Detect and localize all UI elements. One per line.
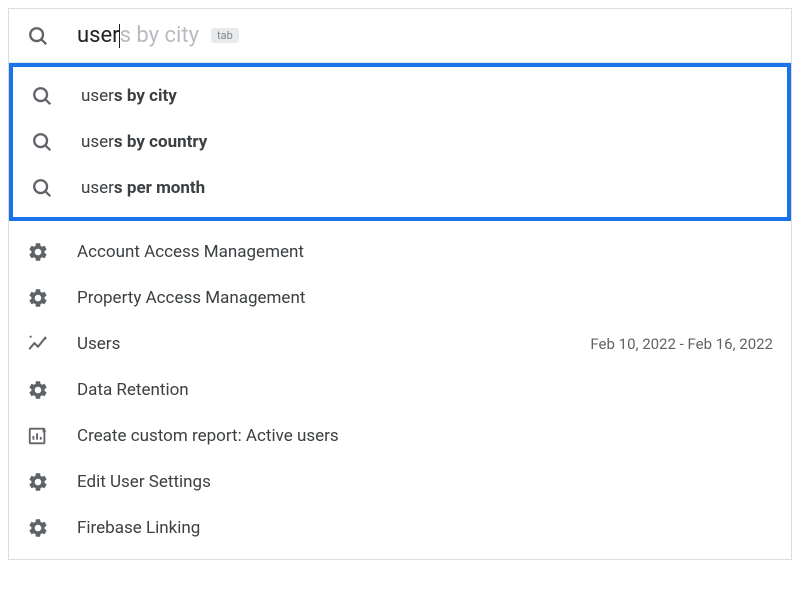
suggestions-box: users by city users by country users per… xyxy=(9,63,791,221)
gear-icon xyxy=(27,241,49,263)
search-icon xyxy=(27,25,49,47)
search-input[interactable]: users by city tab xyxy=(77,23,239,48)
suggestion-text: users by country xyxy=(81,132,769,152)
result-label: Create custom report: Active users xyxy=(77,426,773,446)
result-item-property-access[interactable]: Property Access Management xyxy=(9,275,791,321)
result-item-create-report[interactable]: Create custom report: Active users xyxy=(9,413,791,459)
suggestion-item[interactable]: users by country xyxy=(13,119,787,165)
suggestion-text: users per month xyxy=(81,178,769,198)
result-label: Data Retention xyxy=(77,380,773,400)
result-item-users[interactable]: Users Feb 10, 2022 - Feb 16, 2022 xyxy=(9,321,791,367)
result-label: Firebase Linking xyxy=(77,518,773,538)
gear-icon xyxy=(27,379,49,401)
search-icon xyxy=(31,131,53,153)
search-icon xyxy=(31,85,53,107)
search-icon xyxy=(31,177,53,199)
report-icon xyxy=(27,425,49,447)
search-typed-text: user xyxy=(77,23,120,48)
tab-hint-chip: tab xyxy=(211,28,239,43)
search-panel: users by city tab users by city users by… xyxy=(8,8,792,560)
gear-icon xyxy=(27,287,49,309)
result-item-data-retention[interactable]: Data Retention xyxy=(9,367,791,413)
result-label: Account Access Management xyxy=(77,242,773,262)
gear-icon xyxy=(27,471,49,493)
suggestion-text: users by city xyxy=(81,86,769,106)
suggestion-item[interactable]: users per month xyxy=(13,165,787,211)
gear-icon xyxy=(27,517,49,539)
trend-icon xyxy=(27,333,49,355)
result-label: Users xyxy=(77,334,590,354)
result-item-edit-user-settings[interactable]: Edit User Settings xyxy=(9,459,791,505)
result-item-account-access[interactable]: Account Access Management xyxy=(9,229,791,275)
result-date-range: Feb 10, 2022 - Feb 16, 2022 xyxy=(590,335,773,353)
search-bar[interactable]: users by city tab xyxy=(9,9,791,63)
other-results: Account Access Management Property Acces… xyxy=(9,221,791,559)
suggestion-item[interactable]: users by city xyxy=(13,73,787,119)
search-ghost-text: s by city xyxy=(120,23,199,48)
result-item-firebase-linking[interactable]: Firebase Linking xyxy=(9,505,791,551)
result-label: Property Access Management xyxy=(77,288,773,308)
result-label: Edit User Settings xyxy=(77,472,773,492)
